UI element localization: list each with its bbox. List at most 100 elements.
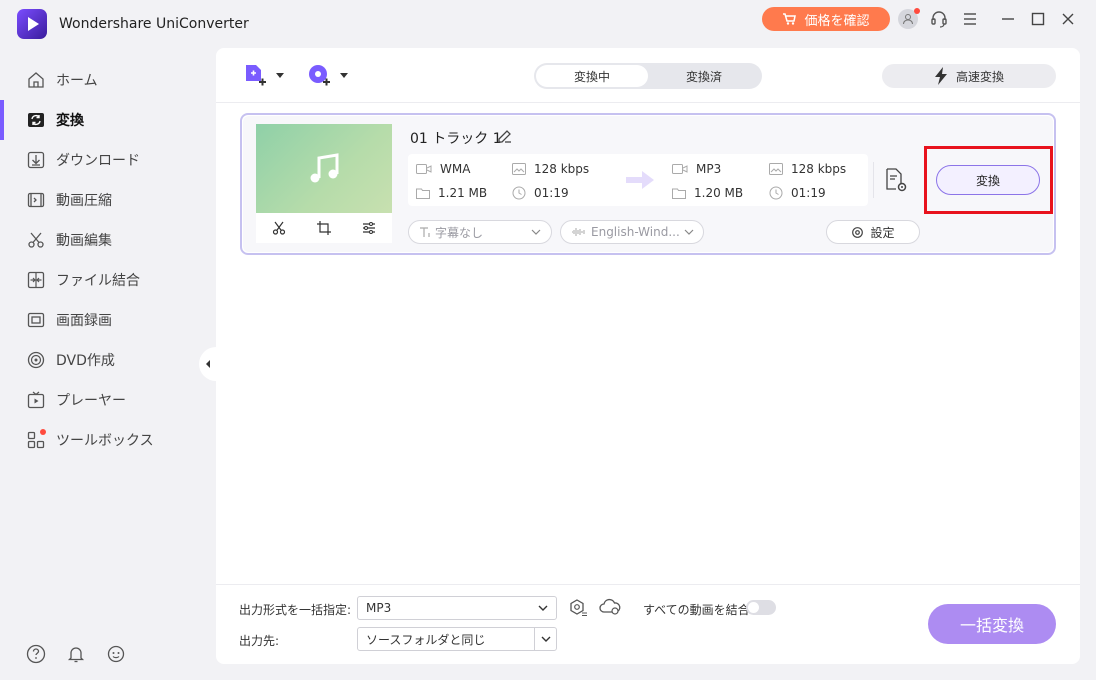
tab-converting[interactable]: 変換中 [536,65,648,87]
add-dvd-button[interactable] [306,63,348,89]
high-speed-conversion-button[interactable]: 高速変換 [882,64,1056,88]
file-thumbnail[interactable] [256,124,392,213]
target-bitrate: 128 kbps [769,162,846,176]
sidebar-item-label: ファイル結合 [56,273,140,289]
audio-track-select[interactable]: English-Wind... [560,220,704,244]
trim-icon[interactable] [272,221,286,235]
sidebar-item-player[interactable]: プレーヤー [0,380,200,420]
sidebar-item-label: 動画編集 [56,233,112,249]
support-button[interactable] [928,8,950,30]
cart-icon [782,13,797,25]
help-button[interactable] [26,644,46,664]
maximize-icon [1031,12,1045,26]
video-format-icon [416,163,432,175]
tab-converted[interactable]: 変換済 [648,65,760,87]
text-icon [419,226,431,238]
output-format-select[interactable]: MP3 [357,596,557,620]
cloud-sync-button[interactable] [599,598,621,616]
hardware-settings-icon [568,598,588,618]
app-logo-icon [17,9,47,39]
sidebar-item-compress[interactable]: 動画圧縮 [0,180,200,220]
crop-icon[interactable] [316,221,331,235]
feedback-icon [106,644,126,664]
target-format-value: MP3 [696,162,722,176]
source-size-value: 1.21 MB [438,186,488,200]
notifications-button[interactable] [66,644,86,664]
chevron-down-icon [684,229,694,235]
edit-icon [497,128,513,144]
bell-icon [66,644,86,664]
sidebar-item-label: 画面録画 [56,313,112,329]
sidebar-item-download[interactable]: ダウンロード [0,140,200,180]
conversion-status-tabs: 変換中 変換済 [534,63,762,89]
sidebar-item-label: ツールボックス [56,433,154,449]
source-size: 1.21 MB [416,186,487,200]
rename-button[interactable] [497,128,513,144]
help-icon [26,644,46,664]
target-format: MP3 [672,162,721,176]
output-destination-label: 出力先: [239,634,280,648]
close-button[interactable] [1057,8,1079,30]
chevron-down-icon [340,73,348,79]
subtitle-select[interactable]: 字幕なし [408,220,552,244]
sidebar-item-label: 動画圧縮 [56,193,112,209]
source-format-value: WMA [440,162,471,176]
headset-icon [930,10,948,28]
clock-icon [512,186,526,200]
sidebar-item-dvd[interactable]: DVD作成 [0,340,200,380]
arrow-right-icon [624,169,656,191]
add-file-button[interactable] [242,63,284,89]
check-price-button[interactable]: 価格を確認 [762,7,890,31]
app-title: Wondershare UniConverter [59,16,249,32]
minimize-button[interactable] [997,8,1019,30]
scissors-icon [26,230,46,250]
thumbnail-toolbar [256,213,392,243]
chevron-down-icon [276,73,284,79]
sidebar-item-toolbox[interactable]: ツールボックス [0,420,200,460]
merge-all-toggle[interactable] [746,600,776,615]
sidebar-item-screen-record[interactable]: 画面録画 [0,300,200,340]
music-note-icon [306,151,342,187]
subtitle-value: 字幕なし [435,225,484,240]
chevron-down-icon [538,605,548,611]
batch-convert-button[interactable]: 一括変換 [928,604,1056,644]
menu-button[interactable] [959,8,981,30]
merge-icon [26,270,46,290]
image-icon [512,163,526,175]
high-speed-label: 高速変換 [955,69,1004,84]
output-destination-value: ソースフォルダと同じ [366,632,486,647]
source-duration: 01:19 [512,186,569,200]
settings-gear-icon [851,226,864,239]
maximize-button[interactable] [1027,8,1049,30]
output-destination-select[interactable]: ソースフォルダと同じ [357,627,557,651]
output-settings-button[interactable] [884,167,908,193]
format-settings-button[interactable] [568,598,588,618]
toolbar-divider [216,102,1080,103]
source-format: WMA [416,162,470,176]
target-duration-value: 01:19 [791,186,826,200]
sidebar-collapse-button[interactable] [199,347,217,381]
sidebar-item-home[interactable]: ホーム [0,60,200,100]
toolbox-icon [26,429,46,450]
cloud-icon [599,598,621,616]
settings-button[interactable]: 設定 [826,220,920,244]
sidebar-item-label: プレーヤー [56,393,126,409]
sidebar-item-label: ホーム [56,73,98,89]
sidebar-item-merge[interactable]: ファイル結合 [0,260,200,300]
effects-icon[interactable] [362,221,376,235]
waveform-icon [571,227,587,237]
output-format-value: MP3 [366,601,392,615]
player-icon [26,390,46,410]
feedback-button[interactable] [106,644,126,664]
folder-icon [672,187,686,199]
chevron-down-icon [534,628,556,650]
sidebar-item-convert[interactable]: 変換 [0,100,200,140]
sidebar-item-label: DVD作成 [56,353,115,369]
audio-track-value: English-Wind... [591,225,680,239]
info-divider [873,162,874,198]
convert-icon [26,110,46,130]
target-duration: 01:19 [769,186,826,200]
sidebar-item-edit[interactable]: 動画編集 [0,220,200,260]
bottom-divider [216,584,1080,585]
hamburger-icon [963,13,977,25]
